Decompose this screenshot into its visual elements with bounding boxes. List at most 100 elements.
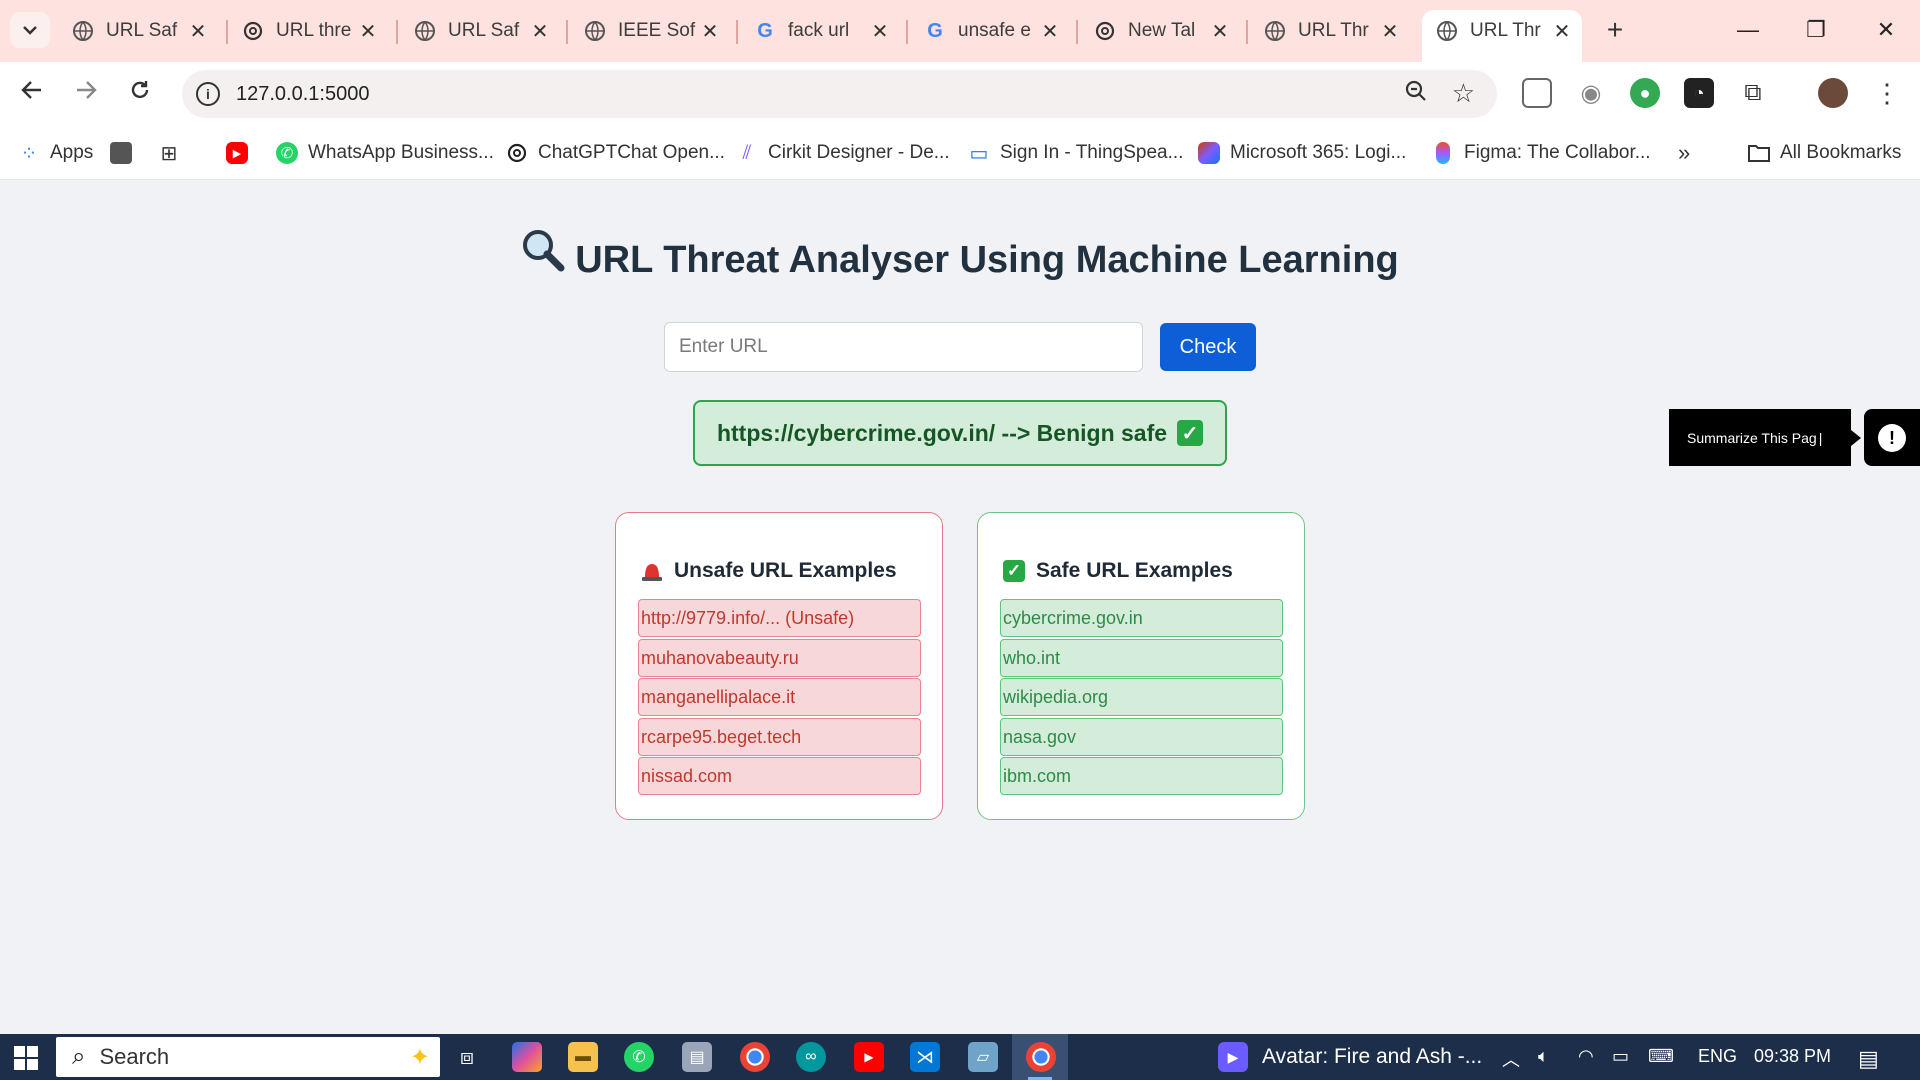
chrome-icon[interactable]	[740, 1042, 770, 1072]
file-explorer-icon[interactable]: ▬	[568, 1042, 598, 1072]
safe-item[interactable]: nasa.gov	[1000, 717, 1283, 756]
tray-chevron-icon[interactable]: ︿	[1502, 1046, 1520, 1072]
all-bookmarks[interactable]: All Bookmarks	[1748, 138, 1901, 168]
arduino-icon[interactable]: ∞	[796, 1042, 826, 1072]
keyboard-icon[interactable]: ⌨	[1648, 1046, 1674, 1067]
youtube-icon[interactable]: ▶	[854, 1042, 884, 1072]
summarize-label: Summarize This Pag	[1687, 429, 1817, 446]
zoom-icon[interactable]	[1405, 80, 1427, 108]
tab-4[interactable]: IEEE Sof ✕	[570, 10, 730, 52]
safe-heading-text: Safe URL Examples	[1036, 559, 1233, 582]
tab-5[interactable]: G fack url ✕	[740, 10, 900, 52]
bookmarks-overflow-icon[interactable]: »	[1678, 138, 1690, 168]
windows-start-icon[interactable]	[14, 1046, 38, 1070]
tab-8[interactable]: URL Thr ✕	[1250, 10, 1410, 52]
bookmark-label: Figma: The Collabor...	[1464, 142, 1651, 163]
bookmark-thingspeak[interactable]: ▭ Sign In - ThingSpea...	[968, 138, 1184, 168]
media-widget[interactable]: ▶ Avatar: Fire and Ash -...	[1218, 1042, 1482, 1072]
forward-button[interactable]	[68, 76, 104, 112]
new-tab-button[interactable]: +	[1598, 14, 1632, 48]
tab-1[interactable]: URL Saf ✕	[58, 10, 218, 52]
tab-7[interactable]: New Tal ✕	[1080, 10, 1240, 52]
safe-item[interactable]: cybercrime.gov.in	[1000, 599, 1283, 637]
volume-icon[interactable]: 🔈︎	[1538, 1046, 1549, 1067]
chatgpt-icon	[242, 20, 264, 42]
tab-active[interactable]: URL Thr ✕	[1422, 10, 1582, 62]
summarize-button[interactable]: !	[1864, 409, 1920, 466]
unsafe-item[interactable]: muhanovabeauty.ru	[638, 638, 921, 677]
wifi-icon[interactable]: ◠	[1578, 1046, 1594, 1067]
close-icon[interactable]: ✕	[1552, 19, 1572, 44]
unsafe-item[interactable]: nissad.com	[638, 757, 921, 795]
close-icon[interactable]: ✕	[358, 19, 378, 44]
url-input[interactable]	[664, 322, 1143, 372]
bookmark-label: ChatGPTChat Open...	[538, 142, 725, 163]
bookmark-m365[interactable]: Microsoft 365: Logi...	[1198, 138, 1406, 168]
store-icon[interactable]: ▤	[682, 1042, 712, 1072]
bookmark-star-icon[interactable]: ☆	[1452, 78, 1475, 109]
cast-icon[interactable]	[1522, 78, 1552, 108]
language-indicator[interactable]: ENG	[1698, 1046, 1737, 1067]
close-icon[interactable]: ✕	[870, 19, 890, 44]
close-icon[interactable]: ✕	[530, 19, 550, 44]
close-icon[interactable]: ✕	[1040, 19, 1060, 44]
bookmark-label: Cirkit Designer - De...	[768, 142, 950, 163]
notifications-icon[interactable]: ▤	[1858, 1046, 1879, 1072]
minimize-button[interactable]: —	[1728, 12, 1768, 48]
close-icon[interactable]: ✕	[1210, 19, 1230, 44]
tab-2[interactable]: URL thre ✕	[228, 10, 388, 52]
tab-6[interactable]: G unsafe e ✕	[910, 10, 1070, 52]
bookmark-youtube[interactable]: ▶	[226, 138, 258, 168]
avatar[interactable]	[1818, 78, 1848, 108]
bookmark-apps[interactable]: ⁘ Apps	[18, 138, 94, 168]
copilot-icon[interactable]	[512, 1042, 542, 1072]
back-button[interactable]	[14, 76, 50, 112]
extension-icon[interactable]: ◔	[1684, 78, 1714, 108]
chevron-down-icon	[23, 26, 37, 35]
vscode-icon[interactable]: ⋊	[910, 1042, 940, 1072]
bookmark-chatgpt[interactable]: ChatGPTChat Open...	[506, 138, 725, 168]
close-icon[interactable]: ✕	[700, 19, 720, 44]
safe-list: cybercrime.gov.in who.int wikipedia.org …	[1000, 599, 1283, 797]
unsafe-item[interactable]: http://9779.info/... (Unsafe)	[638, 599, 921, 637]
check-button[interactable]: Check	[1160, 323, 1256, 371]
bookmark-cirkit[interactable]: ⫽ Cirkit Designer - De...	[736, 138, 950, 168]
kebab-menu-icon[interactable]: ⋮	[1872, 78, 1902, 108]
safe-item[interactable]: wikipedia.org	[1000, 678, 1283, 716]
safe-item[interactable]: who.int	[1000, 638, 1283, 677]
result-banner: https://cybercrime.gov.in/ --> Benign sa…	[693, 400, 1227, 466]
unsafe-item[interactable]: rcarpe95.beget.tech	[638, 717, 921, 756]
taskbar-search[interactable]: ⌕ Search ✦	[56, 1037, 440, 1077]
unsafe-item[interactable]: manganellipalace.it	[638, 678, 921, 716]
whatsapp-icon[interactable]: ✆	[624, 1042, 654, 1072]
reload-button[interactable]	[122, 76, 158, 112]
page-title-text: URL Threat Analyser Using Machine Learni…	[575, 239, 1399, 281]
bookmark-square[interactable]	[110, 138, 142, 168]
battery-icon[interactable]: ▭	[1612, 1046, 1629, 1067]
tab-title: URL Thr	[1298, 20, 1369, 41]
close-icon[interactable]: ✕	[188, 19, 208, 44]
bookmark-whatsapp[interactable]: ✆ WhatsApp Business...	[276, 138, 494, 168]
tab-3[interactable]: URL Saf ✕	[400, 10, 560, 52]
safe-item[interactable]: ibm.com	[1000, 757, 1283, 795]
chrome-active-icon[interactable]	[1026, 1042, 1056, 1072]
bookmark-grid[interactable]: ⊞	[158, 138, 190, 168]
notepad-icon[interactable]: ▱	[968, 1042, 998, 1072]
address-bar[interactable]: i 127.0.0.1:5000 ☆	[182, 70, 1497, 118]
search-icon: ⌕	[72, 1043, 86, 1070]
close-icon[interactable]: ✕	[1380, 19, 1400, 44]
puzzle-icon[interactable]: ⧉	[1738, 78, 1768, 108]
site-info-icon[interactable]: i	[196, 82, 220, 106]
copilot-sparkle-icon: ✦	[409, 1044, 430, 1071]
tab-search-button[interactable]	[10, 12, 50, 48]
grammar-extension-icon[interactable]: ●	[1630, 78, 1660, 108]
camera-icon[interactable]: ◉	[1576, 78, 1606, 108]
tab-title: fack url	[788, 20, 850, 41]
restore-button[interactable]: ❐	[1796, 12, 1836, 48]
folder-icon	[1748, 142, 1770, 164]
taskbar: ⌕ Search ✦ ⧈ ▬ ✆ ▤ ∞ ▶ ⋊ ▱ ▶ Avatar: Fir…	[0, 1034, 1920, 1080]
bookmark-figma[interactable]: Figma: The Collabor...	[1432, 138, 1651, 168]
task-view-icon[interactable]: ⧈	[452, 1042, 482, 1072]
close-window-button[interactable]: ✕	[1866, 12, 1906, 48]
clock[interactable]: 09:38 PM	[1754, 1046, 1831, 1067]
